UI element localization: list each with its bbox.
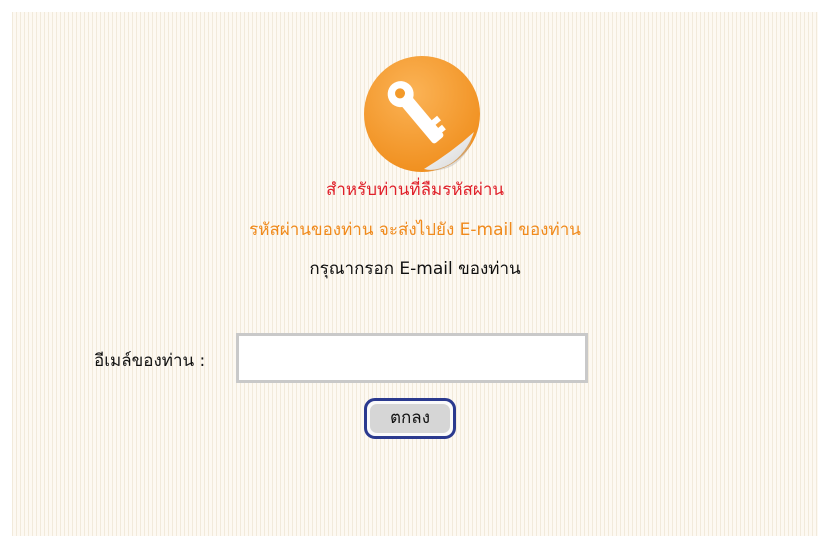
forgot-password-title: สำหรับท่านที่ลืมรหัสผ่าน: [325, 180, 505, 200]
enter-email-instruction: กรุณากรอก E-mail ของท่าน: [309, 259, 521, 279]
submit-button-label: ตกลง: [370, 404, 450, 433]
key-icon: [364, 56, 480, 172]
password-sent-notice: รหัสผ่านของท่าน จะส่งไปยัง E-mail ของท่า…: [249, 220, 581, 240]
email-input[interactable]: [236, 333, 588, 383]
email-label: อีเมล์ของท่าน :: [94, 351, 206, 371]
submit-button[interactable]: ตกลง: [364, 398, 456, 439]
